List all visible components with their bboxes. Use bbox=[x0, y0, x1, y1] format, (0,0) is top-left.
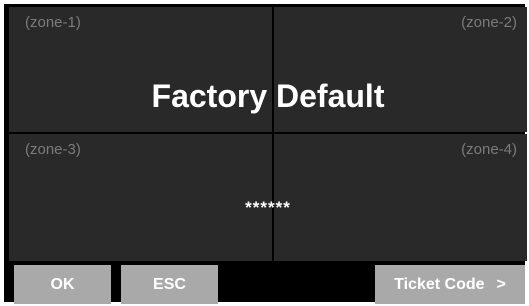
esc-button-label: ESC bbox=[153, 276, 186, 293]
zone-2-label: (zone-2) bbox=[461, 14, 517, 31]
chevron-right-icon: > bbox=[496, 276, 506, 293]
ok-button-label: OK bbox=[50, 276, 75, 293]
page-title: Factory Default bbox=[151, 78, 385, 114]
ok-button[interactable]: OK bbox=[14, 265, 111, 304]
esc-button[interactable]: ESC bbox=[121, 265, 218, 304]
factory-default-screen: (zone-1) (zone-2) (zone-3) (zone-4) Fact… bbox=[0, 0, 529, 306]
ticket-code-button[interactable]: Ticket Code > bbox=[375, 265, 525, 304]
zone-1-label: (zone-1) bbox=[25, 14, 81, 31]
zone-4-label: (zone-4) bbox=[461, 141, 517, 158]
password-mask-display: ****** bbox=[245, 198, 291, 217]
zone-3-label: (zone-3) bbox=[25, 141, 81, 158]
ticket-code-button-label: Ticket Code bbox=[394, 276, 485, 293]
